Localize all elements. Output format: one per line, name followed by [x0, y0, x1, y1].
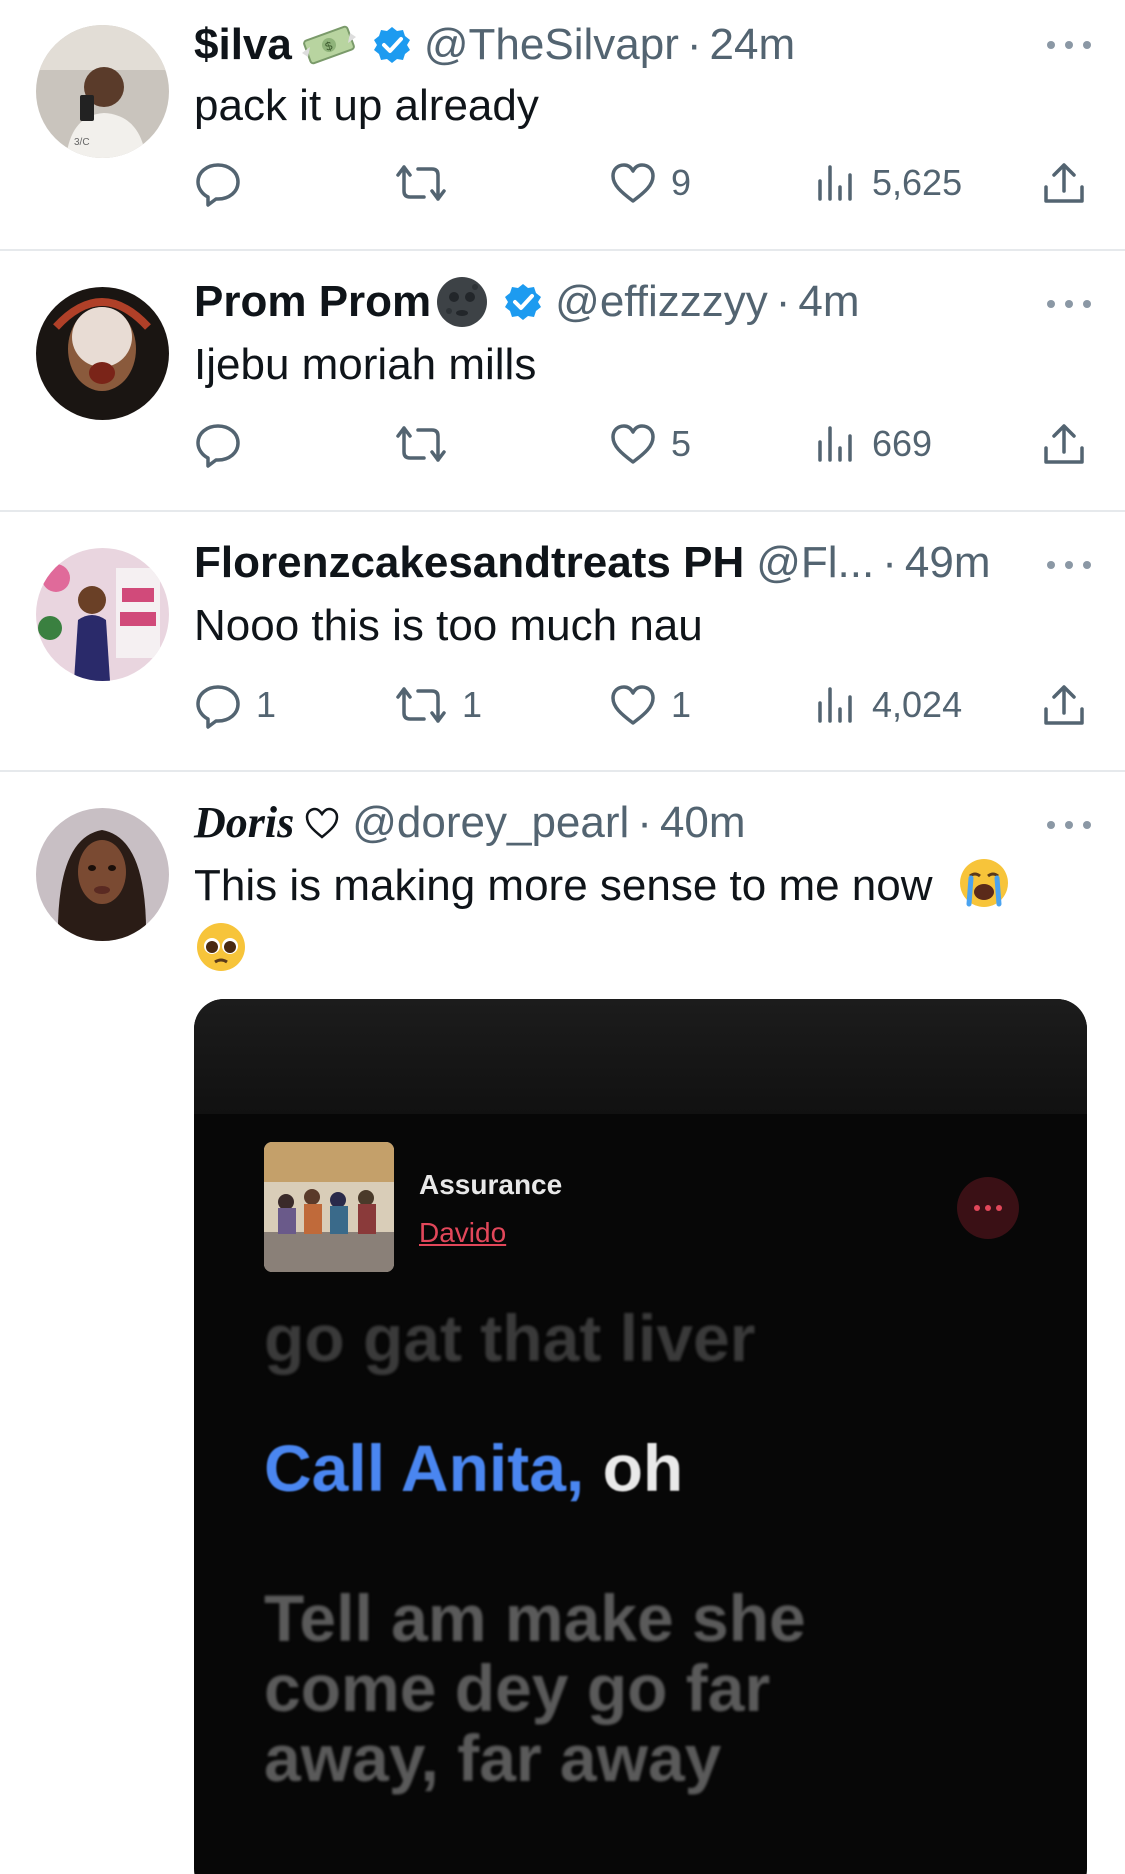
avatar[interactable] — [36, 548, 169, 681]
share-icon — [1044, 685, 1084, 725]
share-button[interactable] — [1040, 158, 1088, 208]
song-more-options-icon[interactable] — [957, 1177, 1019, 1239]
like-count: 5 — [671, 423, 692, 464]
reply-button[interactable]: 1 — [194, 680, 276, 730]
like-count: 1 — [671, 684, 692, 725]
lyric-next-2: come dey go far — [264, 1651, 771, 1725]
handle[interactable]: @Fl... — [756, 538, 874, 588]
more-options-icon[interactable] — [1047, 555, 1091, 575]
tweet[interactable]: Florenzcakesandtreats PH @Fl... · 49m No… — [0, 512, 1125, 772]
album-art — [264, 1142, 394, 1272]
retweet-icon — [396, 165, 446, 201]
tweet[interactable]: Prom Prom @effizzzyy · 4m Ijebu moriah m… — [0, 251, 1125, 512]
reply-button[interactable] — [194, 419, 256, 469]
like-button[interactable]: 5 — [609, 419, 691, 469]
tweet-text: This is making more sense to me now — [194, 861, 933, 910]
song-artist-link[interactable]: Davido — [419, 1217, 506, 1249]
timestamp[interactable]: 49m — [905, 538, 991, 588]
separator: · — [775, 277, 791, 326]
handle[interactable]: @effizzzyy — [555, 277, 768, 327]
view-count: 5,625 — [872, 162, 963, 203]
reply-icon — [196, 685, 240, 729]
avatar[interactable]: 3/C — [36, 25, 169, 158]
like-count: 9 — [671, 162, 692, 203]
view-count: 669 — [872, 423, 933, 464]
heart-icon — [611, 163, 655, 203]
display-name[interactable]: $ilva — [194, 20, 292, 70]
verified-badge-icon — [372, 25, 412, 65]
timestamp[interactable]: 24m — [710, 20, 796, 70]
handle[interactable]: @dorey_pearl — [352, 798, 629, 848]
lyric-next-1: Tell am make she — [264, 1581, 806, 1655]
tweet[interactable]: 3/C $ilva $ @TheSilvapr · 24m pack it up… — [0, 0, 1125, 251]
display-name[interactable]: Doris — [194, 798, 294, 848]
retweet-button[interactable] — [394, 158, 462, 208]
views-button[interactable]: 5,625 — [814, 158, 962, 208]
share-button[interactable] — [1040, 419, 1088, 469]
retweet-count: 1 — [462, 684, 483, 725]
views-button[interactable]: 669 — [814, 419, 932, 469]
retweet-icon — [396, 687, 446, 723]
reply-icon — [196, 163, 240, 207]
views-button[interactable]: 4,024 — [814, 680, 962, 730]
like-button[interactable]: 9 — [609, 158, 691, 208]
like-button[interactable]: 1 — [609, 680, 691, 730]
tweet-text: Ijebu moriah mills — [194, 340, 537, 389]
reply-button[interactable] — [194, 158, 256, 208]
reply-count: 1 — [256, 684, 277, 725]
separator: · — [637, 798, 652, 847]
lyric-previous: go gat that liver — [264, 1301, 756, 1375]
timestamp[interactable]: 40m — [660, 798, 746, 848]
more-options-icon[interactable] — [1047, 815, 1091, 835]
more-options-icon[interactable] — [1047, 294, 1091, 314]
money-with-wings-icon: $ — [300, 23, 358, 67]
tweet-text: Nooo this is too much nau — [194, 601, 703, 650]
avatar[interactable] — [36, 287, 169, 420]
heart-icon — [611, 685, 655, 725]
tweet[interactable]: Doris @dorey_pearl · 40m This is making … — [0, 772, 1125, 1874]
song-title: Assurance — [419, 1169, 563, 1200]
reply-icon — [196, 424, 240, 468]
lyric-current-rest: oh — [584, 1431, 684, 1505]
lyric-next-3: away, far away — [264, 1721, 722, 1795]
separator: · — [686, 20, 702, 69]
loudly-crying-face-icon — [959, 859, 1008, 907]
lyric-highlight: Call Anita, — [264, 1431, 585, 1505]
share-icon — [1044, 424, 1084, 464]
tweet-text: pack it up already — [194, 81, 539, 130]
views-chart-icon — [818, 165, 852, 201]
lyric-current: Call Anita, oh — [264, 1429, 1027, 1507]
more-options-icon[interactable] — [1047, 35, 1091, 55]
display-name[interactable]: Prom Prom — [194, 277, 431, 327]
pleading-face-icon — [197, 923, 245, 971]
video-media[interactable]: Assurance Davido go gat that liver Call … — [194, 999, 1087, 1874]
tweet-text-block: This is making more sense to me now — [194, 856, 1075, 984]
retweet-button[interactable]: 1 — [394, 680, 482, 730]
display-name[interactable]: Florenzcakesandtreats PH — [194, 538, 744, 588]
avatar[interactable] — [36, 808, 169, 941]
views-chart-icon — [818, 687, 852, 723]
verified-badge-icon — [503, 282, 543, 322]
share-button[interactable] — [1040, 680, 1088, 730]
retweet-button[interactable] — [394, 419, 462, 469]
svg-text:3/C: 3/C — [74, 137, 90, 148]
tweet-actions: 9 5,625 — [194, 158, 1094, 208]
heart-outline-icon — [304, 805, 340, 841]
views-chart-icon — [818, 426, 852, 462]
tweet-actions: 5 669 — [194, 419, 1094, 469]
timeline-feed: 3/C $ilva $ @TheSilvapr · 24m pack it up… — [0, 0, 1125, 1874]
view-count: 4,024 — [872, 684, 963, 725]
timestamp[interactable]: 4m — [798, 277, 859, 327]
new-moon-face-icon — [435, 275, 489, 329]
handle[interactable]: @TheSilvapr — [424, 20, 679, 70]
share-icon — [1044, 163, 1084, 203]
video-top-band — [194, 999, 1087, 1114]
separator: · — [882, 538, 897, 587]
retweet-icon — [396, 426, 446, 462]
heart-icon — [611, 424, 655, 464]
tweet-actions: 1 1 1 4,024 — [194, 680, 1094, 730]
